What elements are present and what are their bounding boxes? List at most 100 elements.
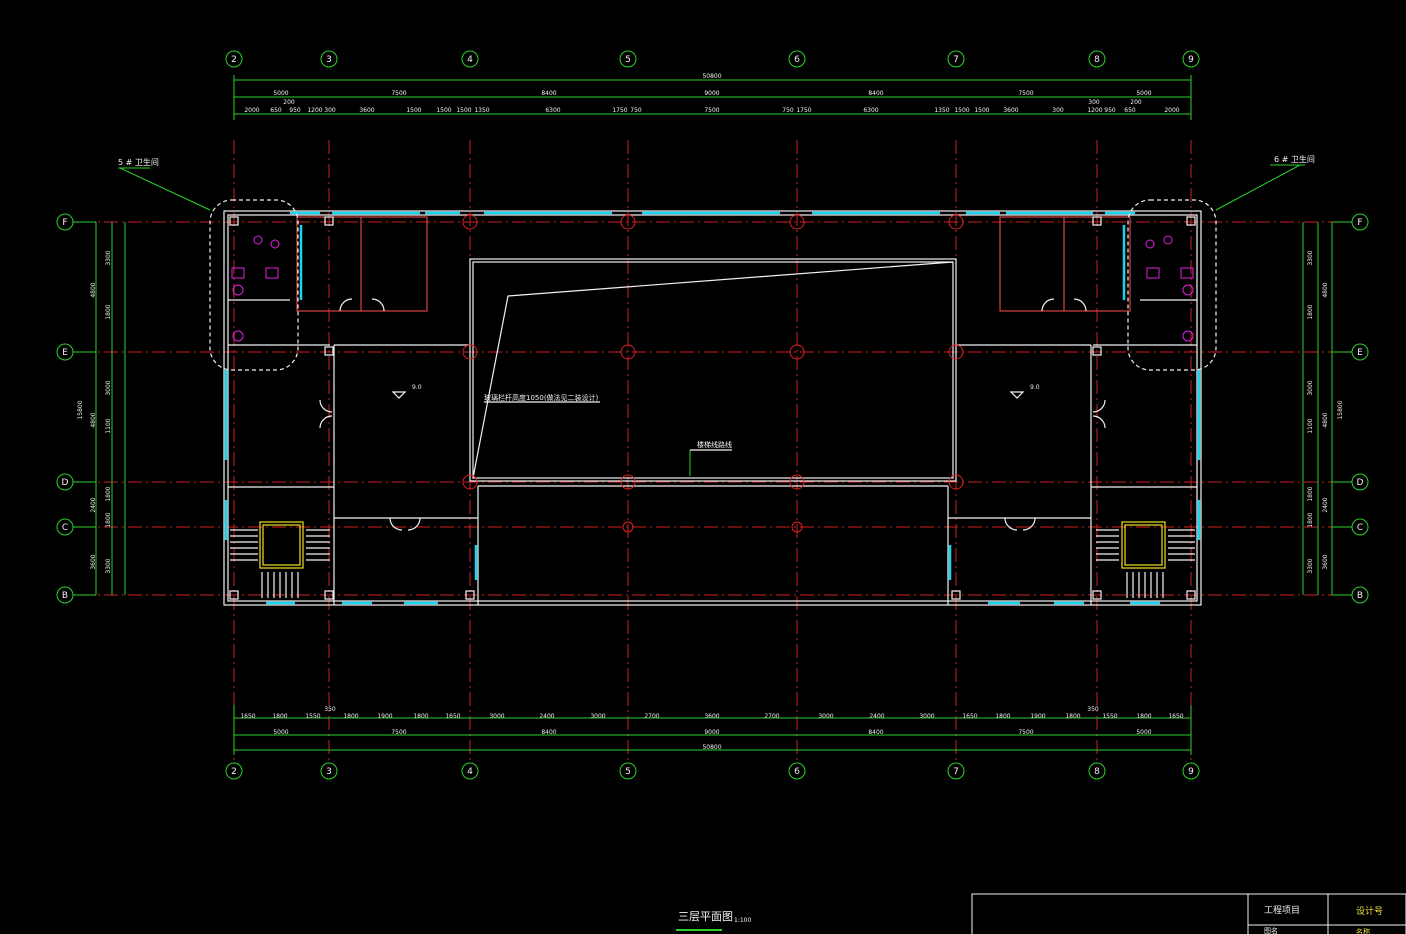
sub-dim-top: 750 [630, 107, 642, 114]
sub-dim-bottom: 2400 [869, 713, 884, 720]
bay-dim: 9000 [704, 90, 719, 97]
sub-dim-top: 6300 [545, 107, 560, 114]
drawing-title: 三层平面图 [678, 910, 733, 923]
side-dim: 1800 [105, 304, 112, 319]
axis-bubble-lines [73, 221, 1352, 596]
sub-dim-top: 1750 [612, 107, 627, 114]
side-dim: 4800 [1322, 412, 1329, 427]
right-toilet-label: 6 # 卫生间 [1274, 154, 1315, 164]
bottom-bay-dim: 7500 [1018, 729, 1033, 736]
sub-dim-bottom: 1650 [240, 713, 255, 720]
sub-dim-bottom: 3000 [818, 713, 833, 720]
side-dim: 1800 [105, 512, 112, 527]
sub-dim-top: 1500 [974, 107, 989, 114]
sub-dim-bottom: 1650 [445, 713, 460, 720]
axis-label-bottom: 4 [467, 767, 473, 777]
sub-dim-bottom: 3000 [489, 713, 504, 720]
sub-dim-bottom: 2700 [764, 713, 779, 720]
bottom-bay-dim: 8400 [868, 729, 883, 736]
sub-dim-top: 650 [1124, 107, 1136, 114]
side-dim: 4800 [90, 412, 97, 427]
axis-label-bottom: 3 [326, 767, 332, 777]
axis-label-bottom: 8 [1094, 767, 1100, 777]
level-left: 9.0 [412, 384, 422, 391]
title-block-row2-label: 图名 [1264, 926, 1278, 934]
axis-label-right: E [1357, 348, 1363, 358]
stair-left [230, 521, 330, 598]
side-dim: 3600 [90, 554, 97, 569]
bay-dim: 5000 [273, 90, 288, 97]
bottom-bay-dim: 7500 [391, 729, 406, 736]
axis-label-left: B [62, 591, 68, 601]
sub-dim-top: 2000 [1164, 107, 1179, 114]
side-dim: 3300 [1307, 558, 1314, 573]
side-dim: 1800 [1307, 512, 1314, 527]
bay-dim: 8400 [868, 90, 883, 97]
sub-dim-bottom: 1900 [377, 713, 392, 720]
leader-lines [119, 164, 1301, 476]
side-dim: 1100 [105, 418, 112, 433]
axis-label-bottom: 2 [231, 767, 237, 777]
sub-dim-top: 300 [1052, 107, 1064, 114]
sub-dim-top: 2000 [244, 107, 259, 114]
total-dimension-top: 50800 [702, 73, 721, 80]
sub-dim-top: 650 [270, 107, 282, 114]
sub-dim-top: 300 [324, 107, 336, 114]
axis-label-right: B [1357, 591, 1363, 601]
sub-dim-bottom: 1800 [1065, 713, 1080, 720]
title-block-project-label: 工程项目 [1264, 905, 1300, 916]
sub-dim-bottom: 3000 [590, 713, 605, 720]
axis-label-top: 7 [953, 55, 959, 65]
side-dim: 3300 [105, 558, 112, 573]
sub-dim-top: 1500 [436, 107, 451, 114]
title-block-row2-value: 名称 [1356, 927, 1370, 934]
side-dim: 2400 [90, 497, 97, 512]
sub-dim-top: 1200 [1087, 107, 1102, 114]
sub-dim-top: 1350 [934, 107, 949, 114]
bottom-bay-dim: 9000 [704, 729, 719, 736]
drawing-title-group: 三层平面图 1:100 [676, 910, 751, 931]
side-dim: 3300 [1307, 250, 1314, 265]
axis-label-top: 8 [1094, 55, 1100, 65]
columns [229, 214, 1196, 600]
level-right: 9.0 [1030, 384, 1040, 391]
sub-dim-top: 3600 [1003, 107, 1018, 114]
sub-dim-top: 1200 [307, 107, 322, 114]
railing-note: 玻璃栏杆高度1050(做法见二装设计) [484, 393, 599, 402]
sub-dim-bottom: 1800 [413, 713, 428, 720]
left-toilet-label: 5 # 卫生间 [118, 157, 159, 167]
total-dimension-bottom: 50800 [702, 744, 721, 751]
interior-partitions [228, 216, 1197, 312]
axis-label-bottom: 7 [953, 767, 959, 777]
bottom-bay-dim: 5000 [1136, 729, 1151, 736]
side-dim: 4800 [90, 282, 97, 297]
note-350: 350 [324, 706, 336, 713]
sub-dim-top: 7500 [704, 107, 719, 114]
sub-dim-top: 1750 [796, 107, 811, 114]
title-block-project-value: 设计号 [1356, 905, 1383, 917]
stair-line-note: 楼梯线路线 [697, 440, 732, 449]
sub-dim-bottom: 2700 [644, 713, 659, 720]
side-dim: 1100 [1307, 418, 1314, 433]
axis-label-left: C [62, 523, 68, 533]
note-200: 200 [283, 99, 295, 106]
axis-label-right: C [1357, 523, 1363, 533]
axis-label-left: D [62, 478, 69, 488]
sub-dim-top: 1350 [474, 107, 489, 114]
axis-label-top: 2 [231, 55, 237, 65]
sub-dim-bottom: 3000 [919, 713, 934, 720]
sub-dim-top: 3600 [359, 107, 374, 114]
doors [319, 298, 1106, 531]
sub-dim-top: 950 [289, 107, 301, 114]
sub-dim-bottom: 1800 [272, 713, 287, 720]
sub-dim-bottom: 1650 [962, 713, 977, 720]
note-300: 300 [1088, 99, 1100, 106]
building-walls [223, 210, 1202, 606]
axis-label-left: E [62, 348, 68, 358]
axis-label-top: 5 [625, 55, 631, 65]
side-dim: 1800 [1307, 304, 1314, 319]
side-dim: 4800 [1322, 282, 1329, 297]
axis-label-top: 6 [794, 55, 800, 65]
side-dim: 3000 [105, 380, 112, 395]
sub-dim-bottom: 1650 [1168, 713, 1183, 720]
